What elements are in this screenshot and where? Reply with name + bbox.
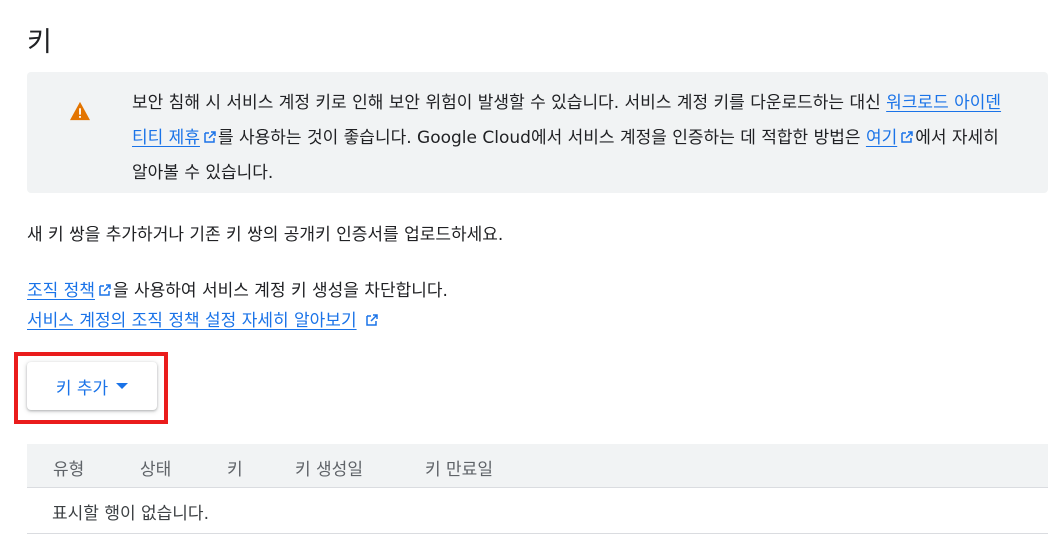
org-policy-learn-more: 서비스 계정의 조직 정책 설정 자세히 알아보기 <box>27 306 380 336</box>
external-link-icon <box>99 284 111 296</box>
external-link-icon <box>901 131 913 143</box>
add-key-button-label: 키 추가 <box>55 378 109 399</box>
external-link-icon <box>204 131 216 143</box>
keys-table-empty-row: 표시할 행이 없습니다. <box>27 488 1048 534</box>
org-policy-link[interactable]: 조직 정책 <box>27 281 95 301</box>
column-header-status[interactable]: 상태 <box>140 455 171 480</box>
column-header-type[interactable]: 유형 <box>53 455 84 480</box>
column-header-created[interactable]: 키 생성일 <box>295 455 363 480</box>
warning-text-part2: 를 사용하는 것이 좋습니다. Google Cloud에서 서비스 계정을 인… <box>217 128 866 148</box>
warning-icon <box>70 101 90 121</box>
caret-down-icon <box>116 383 129 389</box>
security-warning-banner: 보안 침해 시 서비스 계정 키로 인해 보안 위험이 발생할 수 있습니다. … <box>27 72 1048 193</box>
external-link-icon <box>365 314 378 326</box>
warning-text-part1: 보안 침해 시 서비스 계정 키로 인해 보안 위험이 발생할 수 있습니다. … <box>132 93 887 113</box>
add-key-button[interactable]: 키 추가 <box>27 362 157 410</box>
page-title: 키 <box>27 27 52 58</box>
org-policy-description: 을 사용하여 서비스 계정 키 생성을 차단합니다. <box>112 281 448 301</box>
keys-table-header: 유형 상태 키 키 생성일 키 만료일 <box>27 444 1048 488</box>
org-policy-learn-more-link[interactable]: 서비스 계정의 조직 정책 설정 자세히 알아보기 <box>27 311 357 331</box>
column-header-key[interactable]: 키 <box>227 455 243 480</box>
empty-table-message: 표시할 행이 없습니다. <box>52 504 209 524</box>
warning-message: 보안 침해 시 서비스 계정 키로 인해 보안 위험이 발생할 수 있습니다. … <box>132 86 1012 191</box>
column-header-expires[interactable]: 키 만료일 <box>425 455 493 480</box>
keys-description: 새 키 쌍을 추가하거나 기존 키 쌍의 공개키 인증서를 업로드하세요. <box>27 225 504 245</box>
org-policy-text: 조직 정책 을 사용하여 서비스 계정 키 생성을 차단합니다. <box>27 276 448 306</box>
learn-more-here-link[interactable]: 여기 <box>866 128 897 148</box>
